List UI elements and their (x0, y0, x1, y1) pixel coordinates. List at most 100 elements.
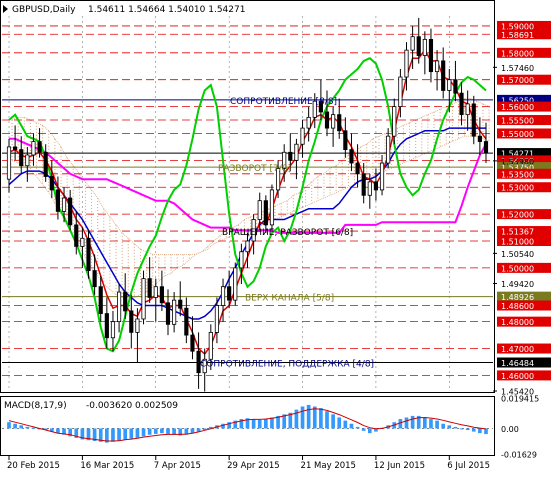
level-annotation: СОПРОТИВЛЕНИЕ, ПОДДЕРЖКА [4/8] (200, 360, 374, 370)
candle-body (453, 79, 458, 94)
candle-body (361, 173, 366, 196)
level-annotation: ВРАЩЕНИЕ, РАЗВОРОТ [6/8] (222, 228, 353, 238)
candle-body (300, 127, 305, 145)
macd-bar (367, 428, 372, 434)
candle-body (172, 299, 177, 325)
price-label: 1.57000 (501, 76, 534, 85)
macd-bar (435, 420, 439, 429)
candle-body (294, 143, 299, 161)
candle-body (239, 251, 244, 269)
time-tick-label: 21 May 2015 (301, 461, 356, 471)
candle-body (31, 141, 36, 156)
candle-body (135, 318, 140, 333)
candle-body (471, 103, 476, 137)
macd-bar (459, 428, 464, 430)
macd-bar (325, 411, 329, 429)
candle-body (184, 307, 189, 336)
time-tick-label: 12 Jun 2015 (374, 461, 425, 471)
macd-bar (135, 428, 140, 438)
macd-bar (484, 428, 488, 435)
candle-body (434, 60, 440, 73)
candle-body (147, 278, 152, 298)
candle-body (398, 76, 403, 107)
symbol-label: GBPUSD,Daily (12, 5, 76, 15)
macd-bar (447, 425, 452, 429)
candle-body (123, 291, 128, 312)
price-tick-label: 1.57460 (501, 64, 534, 73)
macd-bar (306, 404, 311, 429)
candle-body (13, 146, 18, 151)
candle-body (61, 197, 67, 212)
candle-body (349, 149, 354, 164)
macd-bar (160, 428, 164, 434)
macd-bar (465, 428, 470, 431)
time-tick-label: 7 Apr 2015 (154, 461, 201, 471)
macd-bar (129, 428, 134, 439)
price-tick-label: 1.49420 (501, 280, 534, 289)
macd-bar (410, 415, 415, 429)
candle-body (19, 149, 24, 167)
candle-body (159, 286, 164, 304)
price-label: 1.50000 (501, 264, 534, 273)
candle-body (269, 189, 275, 226)
macd-tick-label: 0.00 (501, 425, 519, 434)
chart-svg: СОПРОТИВЛЕНИЕ [8/8] РАЗВОРОТ [7/8] ВРАЩЕНИ… (0, 0, 553, 473)
candle-body (178, 299, 183, 309)
candle-body (165, 302, 171, 325)
candle-body (379, 162, 385, 191)
macd-bar (25, 426, 30, 429)
candle-body (220, 286, 226, 306)
candle-body (459, 92, 464, 116)
macd-bar (471, 428, 476, 432)
macd-bar (31, 427, 36, 429)
candle-body (80, 237, 85, 247)
macd-bar (166, 428, 170, 434)
macd-label: MACD(8,17,9) (4, 401, 67, 411)
price-label: 1.48600 (501, 302, 534, 311)
level-annotation: РАЗВОРОТ [7/8] (218, 164, 291, 174)
candle-body (208, 331, 213, 360)
candle-body (86, 237, 91, 271)
candle-body (416, 36, 421, 56)
ohlc-values: 1.54611 1.54664 1.54010 1.54271 (88, 5, 245, 15)
macd-bar (123, 428, 128, 440)
price-label: 1.58691 (501, 31, 534, 40)
price-tick-label: 1.50540 (501, 250, 534, 259)
candle-body (306, 116, 311, 129)
macd-tick-label: -0.01629 (501, 451, 537, 460)
price-label: 1.51000 (501, 238, 534, 247)
candle-body (386, 135, 391, 164)
candle-body (355, 162, 360, 175)
candle-body (465, 103, 470, 116)
price-label: 1.47000 (501, 345, 534, 354)
time-tick-label: 20 Feb 2015 (7, 461, 60, 471)
candle-body (410, 36, 415, 51)
candle-body (55, 189, 61, 212)
candle-body (233, 267, 238, 301)
candle-body (68, 197, 73, 226)
macd-bar (141, 428, 146, 437)
macd-bar (117, 428, 121, 441)
macd-bar (478, 428, 482, 434)
candle-body (116, 291, 122, 323)
candle-body (263, 200, 268, 226)
candle-body (404, 49, 409, 78)
candle-body (74, 224, 79, 247)
price-label: 1.53500 (501, 170, 534, 179)
macd-bar (270, 417, 274, 429)
macd-bar (111, 428, 115, 442)
macd-bar (404, 417, 409, 429)
candle-body (367, 181, 372, 196)
candle-body (49, 176, 54, 191)
macd-bar (429, 419, 433, 429)
macd-bar (19, 425, 24, 429)
candle-body (245, 240, 250, 253)
candle-body (373, 181, 379, 191)
macd-bar (349, 423, 354, 429)
candle-body (428, 38, 434, 73)
level-annotation: ВЕРХ КАНАЛА [5/8] (245, 294, 334, 304)
candle-body (214, 305, 220, 333)
macd-bar (331, 414, 335, 429)
candle-body (392, 106, 397, 137)
price-label: 1.51367 (501, 228, 534, 237)
